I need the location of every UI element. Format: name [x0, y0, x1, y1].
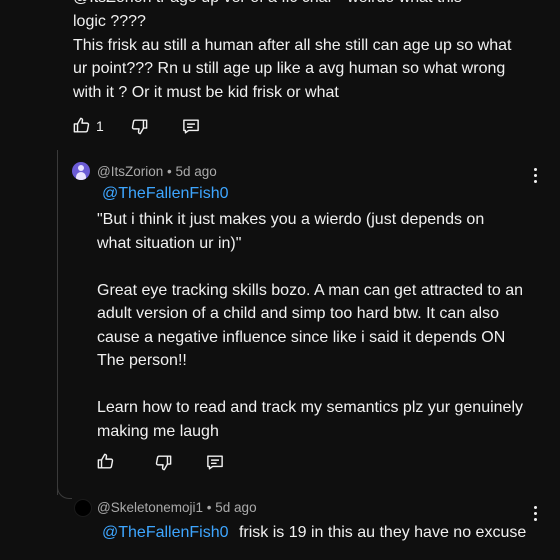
reply-header: @ItsZorion • 5d ago [97, 164, 217, 179]
mention-link[interactable]: @TheFallenFish0 [102, 524, 229, 541]
thread-line-curve [57, 476, 72, 499]
parent-comment-line: with it ? Or it must be kid frisk or wha… [73, 83, 339, 101]
separator-dot: • [206, 500, 212, 515]
reply-header: @Skeletonemoji1 • 5d ago [97, 500, 257, 515]
reply-author[interactable]: @ItsZorion [97, 164, 163, 179]
reply-text: @TheFallenFish0 frisk is 19 in this au t… [102, 521, 526, 545]
reply-comment-icon[interactable] [205, 453, 225, 472]
reply-timestamp[interactable]: 5d ago [176, 164, 217, 179]
avatar[interactable] [74, 499, 92, 517]
reply-line [97, 373, 547, 397]
parent-comment-line: This frisk au still a human after all sh… [73, 36, 512, 54]
reply-line: cause a negative influence since like i … [97, 328, 506, 346]
reply-line: "But i think it just makes you a wierdo … [97, 211, 485, 228]
thumbs-up-icon[interactable] [96, 452, 115, 471]
more-vert-icon[interactable] [534, 506, 538, 524]
thumbs-down-icon[interactable] [130, 117, 149, 136]
parent-comment-line: ur point??? Rn u still age up like a avg… [73, 60, 506, 77]
reply-line: adult version of a child and simp too ha… [97, 305, 500, 322]
separator-dot: • [167, 164, 172, 179]
parent-comment-cut-line: @ItsZorion tr age up ver of a fic char -… [73, 0, 462, 10]
thumbs-down-icon[interactable] [154, 453, 173, 472]
reply-text: "But i think it just makes you a wierdo … [97, 208, 547, 443]
avatar-figure-body [76, 172, 86, 180]
more-vert-icon[interactable] [534, 168, 538, 186]
reply-line: what situation ur in)" [97, 234, 242, 252]
like-count: 1 [96, 117, 104, 134]
parent-like-button[interactable]: 1 [72, 116, 104, 135]
reply-author[interactable]: @Skeletonemoji1 [97, 500, 203, 515]
avatar-figure [78, 165, 84, 171]
avatar[interactable] [72, 162, 90, 180]
parent-comment-text: logic ???? This frisk au still a human a… [73, 10, 543, 104]
reply-line: The person!! [97, 352, 187, 369]
parent-comment-line: logic ???? [73, 13, 146, 30]
thumbs-up-icon [72, 116, 91, 135]
reply-line: making me laugh [97, 422, 219, 440]
reply-line: Great eye tracking skills bozo. A man ca… [97, 281, 524, 299]
reply-comment-icon[interactable] [181, 117, 201, 136]
reply-timestamp[interactable]: 5d ago [215, 500, 256, 515]
thread-line [57, 150, 58, 495]
reply-line [97, 255, 547, 279]
reply-line: Learn how to read and track my semantics… [97, 399, 523, 416]
mention-link[interactable]: @TheFallenFish0 [102, 185, 229, 203]
reply-line: frisk is 19 in this au they have no excu… [238, 524, 527, 541]
